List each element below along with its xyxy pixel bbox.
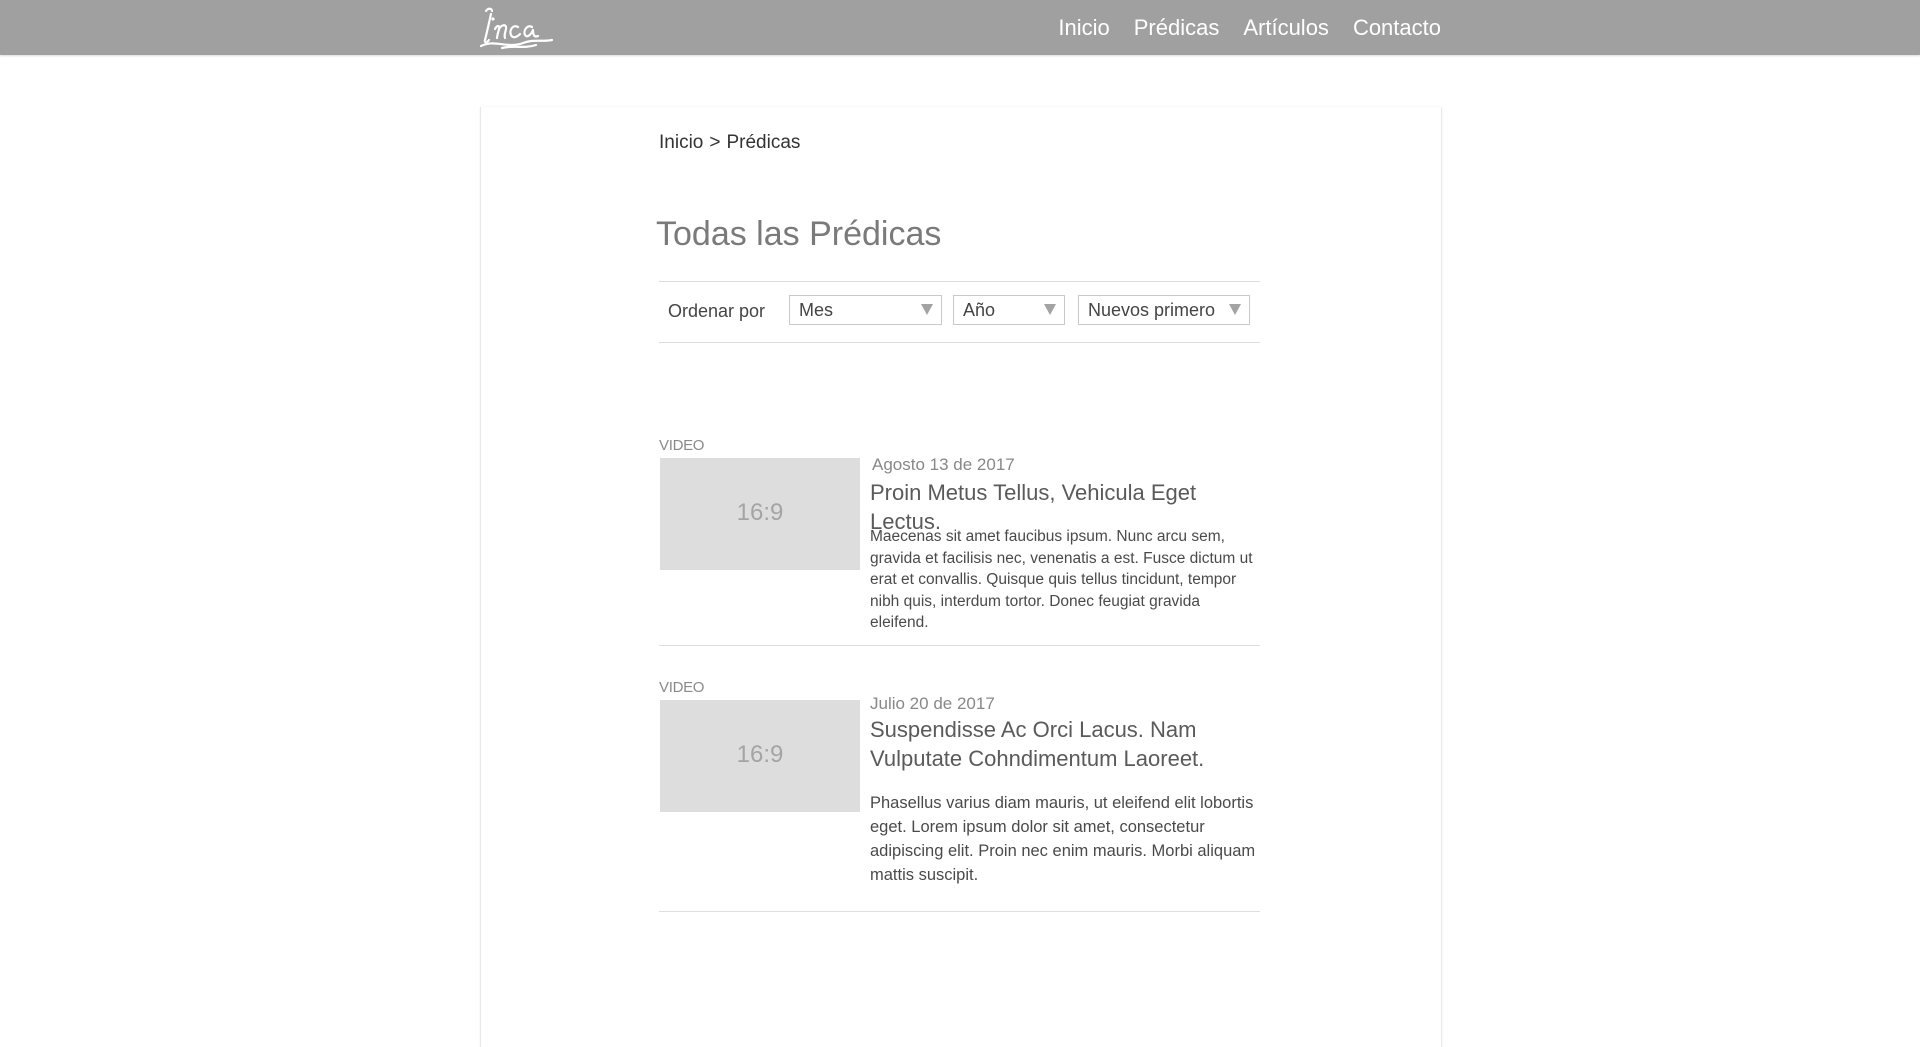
top-navigation-bar: Inicio Prédicas Artículos Contacto [0,0,1920,55]
video-thumbnail[interactable]: 16:9 [660,458,860,570]
nav-item-articulos[interactable]: Artículos [1243,13,1329,43]
sermon-description: Phasellus varius diam mauris, ut eleifen… [870,794,1256,884]
month-select[interactable]: Mes [789,295,942,325]
thumbnail-ratio-text: 16:9 [736,741,784,768]
order-select[interactable]: Nuevos primero [1078,295,1250,325]
sermon-list-item: VIDEO 16:9 Julio 20 de 2017 Suspendisse … [659,676,1260,912]
chevron-down-icon [921,304,933,315]
sermon-description: Maecenas sit amet faucibus ipsum. Nunc a… [870,528,1253,631]
chevron-down-icon [1044,304,1056,315]
order-select-value: Nuevos primero [1088,300,1216,320]
page-title: Todas las Prédicas [656,215,942,253]
nav-item-inicio[interactable]: Inicio [1058,13,1109,43]
video-thumbnail[interactable]: 16:9 [660,700,860,812]
nav-item-contacto[interactable]: Contacto [1353,13,1441,43]
sermon-date: Julio 20 de 2017 [870,694,995,713]
nav-item-predicas[interactable]: Prédicas [1134,13,1220,43]
sermon-title-link[interactable]: Suspendisse Ac Orci Lacus. Nam Vulputate… [870,715,1260,773]
media-type-label: VIDEO [659,437,705,454]
sort-filter-bar: Ordenar por Mes Año Nuevos primero [659,281,1260,343]
sermon-date: Agosto 13 de 2017 [872,455,1015,474]
breadcrumb: Inicio > Prédicas [659,132,800,154]
month-select-value: Mes [799,300,834,320]
breadcrumb-current: Prédicas [726,132,801,153]
breadcrumb-separator: > [709,132,721,153]
media-type-label: VIDEO [659,679,705,696]
year-select[interactable]: Año [953,295,1065,325]
year-select-value: Año [963,300,996,320]
chevron-down-icon [1229,304,1241,315]
sort-label: Ordenar por [668,301,766,321]
breadcrumb-home-link[interactable]: Inicio [659,132,703,153]
sermon-list-item: VIDEO 16:9 Agosto 13 de 2017 Proin Metus… [659,434,1260,646]
inca-logo-icon[interactable] [478,5,558,51]
thumbnail-ratio-text: 16:9 [736,499,784,526]
main-nav: Inicio Prédicas Artículos Contacto [1058,13,1441,43]
